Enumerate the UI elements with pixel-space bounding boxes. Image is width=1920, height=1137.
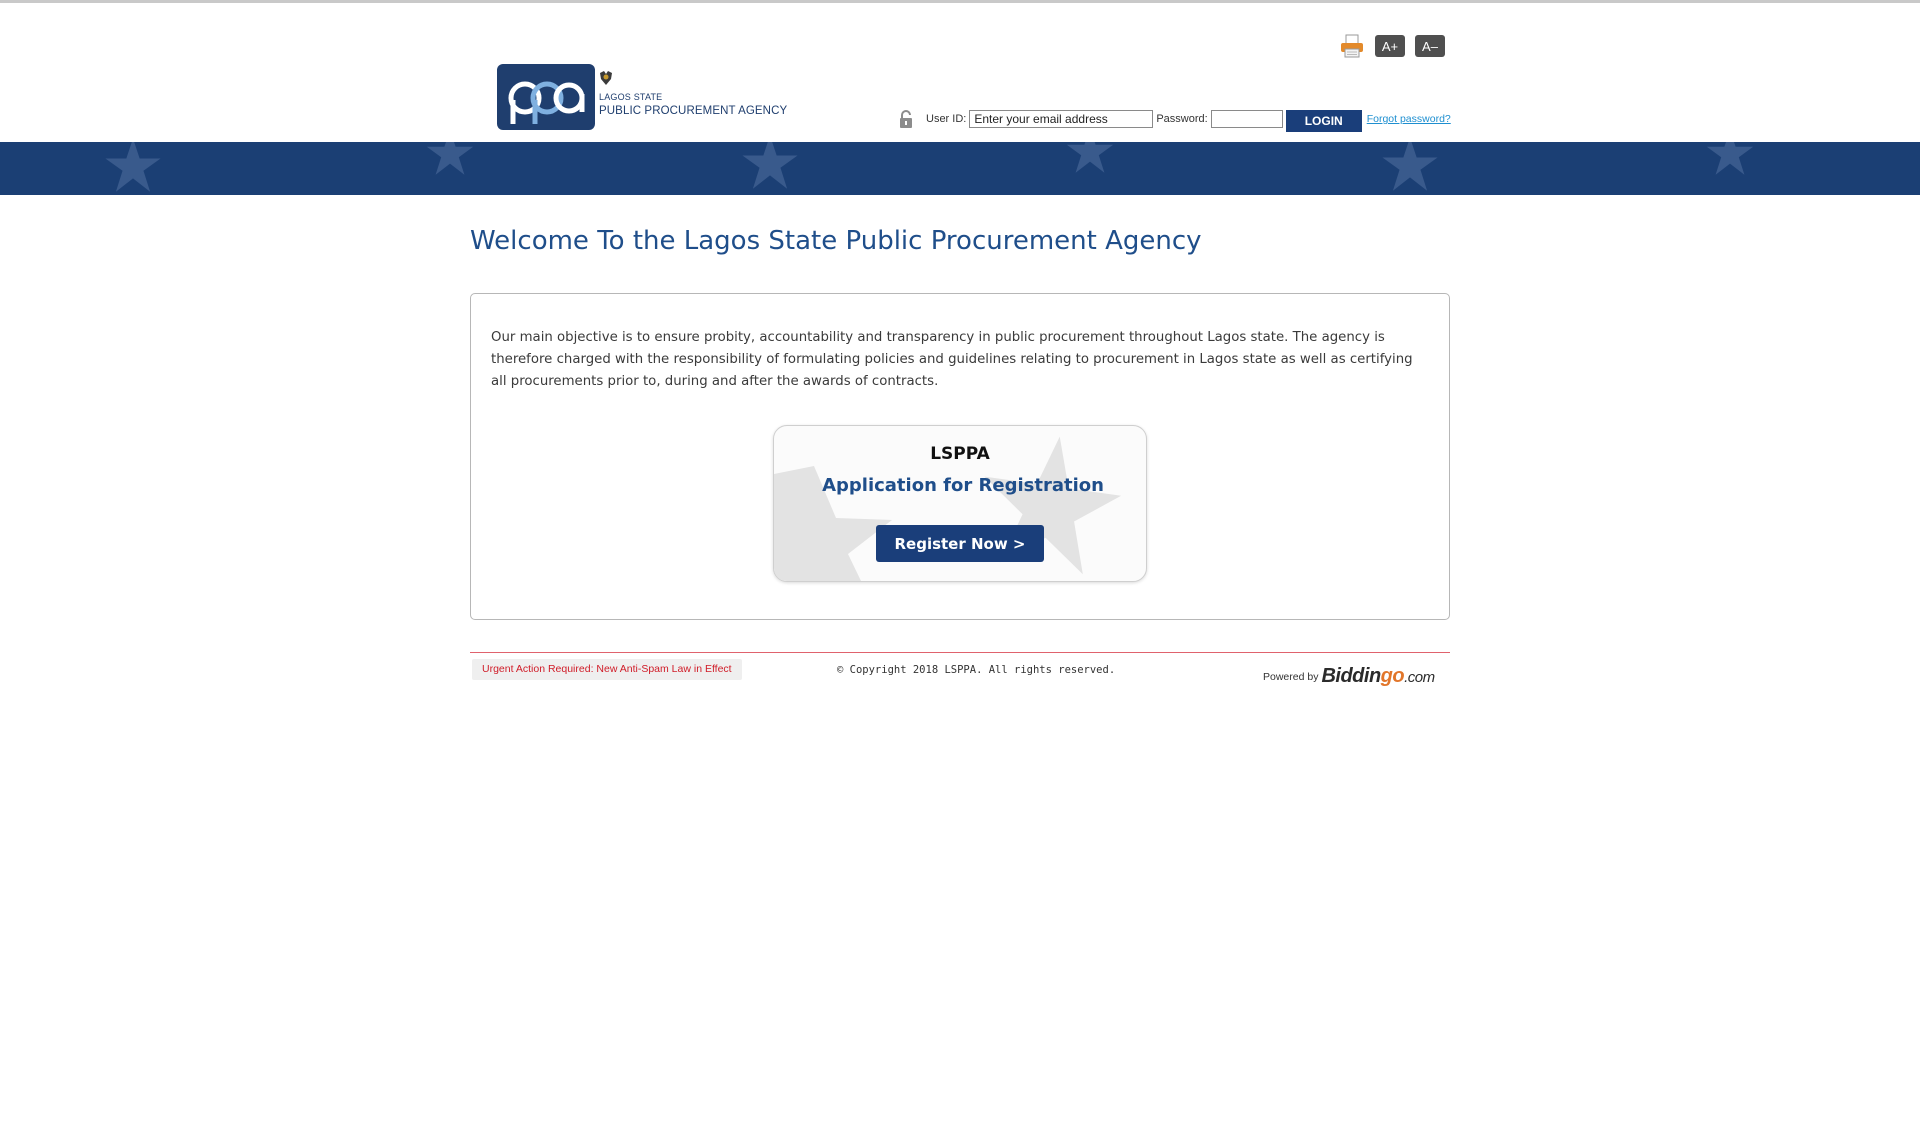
header-banner xyxy=(0,142,1920,195)
urgent-notice-link[interactable]: Urgent Action Required: New Anti-Spam La… xyxy=(472,659,742,680)
register-now-button[interactable]: Register Now > xyxy=(876,525,1044,562)
logo-state-text: LAGOS STATE xyxy=(599,92,663,102)
user-id-label: User ID: xyxy=(926,113,967,125)
intro-panel: Our main objective is to ensure probity,… xyxy=(470,293,1450,620)
user-id-input[interactable] xyxy=(969,110,1154,128)
footer-divider xyxy=(470,652,1450,653)
registration-card: LSPPA Application for Registration Regis… xyxy=(773,425,1147,582)
brand-part-3: .com xyxy=(1404,669,1435,686)
login-button[interactable]: LOGIN xyxy=(1285,109,1362,132)
font-decrease-button[interactable]: A– xyxy=(1415,35,1445,57)
powered-by-label: Powered by xyxy=(1263,671,1319,683)
page-tools: A+ A– xyxy=(1339,33,1445,59)
registration-subtitle: Application for Registration xyxy=(822,475,1104,496)
password-input[interactable] xyxy=(1210,110,1283,128)
powered-by: Powered by Biddingo.com xyxy=(1263,660,1435,688)
top-border xyxy=(0,0,1920,3)
logo-monogram xyxy=(497,64,595,130)
agency-logo[interactable]: LAGOS STATE PUBLIC PROCUREMENT AGENCY xyxy=(497,62,787,130)
password-label: Password: xyxy=(1156,113,1208,125)
biddingo-logo-link[interactable]: Biddingo.com xyxy=(1321,665,1435,688)
logo-agency-text: PUBLIC PROCUREMENT AGENCY xyxy=(599,105,788,117)
brand-part-2: go xyxy=(1380,665,1405,687)
brand-part-1: Biddin xyxy=(1321,665,1381,687)
coat-of-arms-icon xyxy=(598,70,614,86)
lock-icon xyxy=(898,109,914,129)
font-increase-button[interactable]: A+ xyxy=(1375,35,1405,57)
page-title: Welcome To the Lagos State Public Procur… xyxy=(470,226,1202,256)
printer-icon[interactable] xyxy=(1339,33,1365,59)
login-form: User ID: Password: LOGIN Forgot password… xyxy=(898,108,1451,132)
registration-title: LSPPA xyxy=(930,444,990,464)
intro-text: Our main objective is to ensure probity,… xyxy=(491,330,1413,389)
forgot-password-link[interactable]: Forgot password? xyxy=(1367,113,1451,125)
copyright-text: © Copyright 2018 LSPPA. All rights reser… xyxy=(837,664,1116,676)
